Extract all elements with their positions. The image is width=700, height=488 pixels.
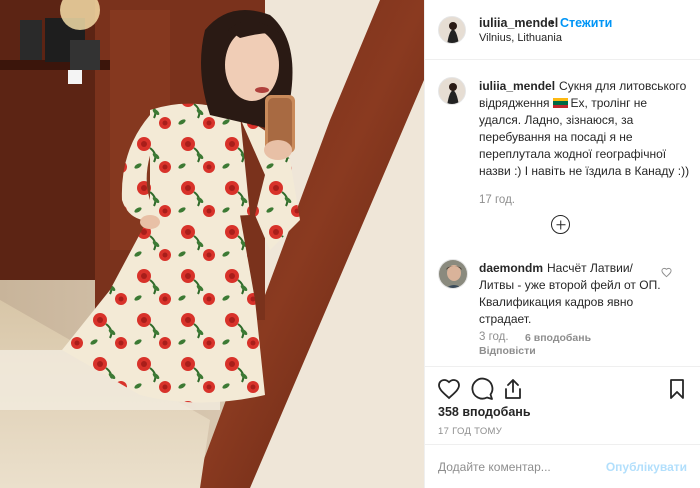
- heart-outline-icon[interactable]: [661, 267, 672, 281]
- header-separator: •: [550, 16, 555, 30]
- caption-avatar[interactable]: [438, 77, 466, 105]
- post-photo[interactable]: [0, 0, 424, 488]
- bookmark-icon[interactable]: [665, 377, 689, 401]
- publish-button[interactable]: Опублікувати: [606, 460, 687, 474]
- reply-button[interactable]: Відповісти: [479, 345, 536, 357]
- load-more-comments-button[interactable]: [551, 215, 570, 234]
- author-username[interactable]: iuliia_mendel: [479, 16, 558, 30]
- comment-timestamp: 3 год.: [479, 331, 509, 343]
- lithuania-flag-icon: [552, 98, 568, 108]
- comment-icon[interactable]: [470, 377, 494, 401]
- post-location[interactable]: Vilnius, Lithuania: [479, 32, 562, 44]
- caption-text: iuliia_mendel Сукня для литовського відря…: [479, 78, 691, 180]
- comments-section[interactable]: iuliia_mendel Сукня для литовського відря…: [425, 61, 700, 366]
- caption-timestamp: 17 год.: [479, 194, 515, 206]
- follow-button[interactable]: Стежити: [560, 16, 612, 30]
- mirror-selfie-image: [0, 0, 424, 488]
- post-date: 17 ГОД ТОМУ: [438, 426, 503, 437]
- comment-input[interactable]: [438, 457, 608, 477]
- add-comment-bar: Опублікувати: [425, 444, 700, 488]
- post-actions: 358 вподобань 17 ГОД ТОМУ: [425, 366, 700, 444]
- post-sidebar: iuliia_mendel • Стежити Vilnius, Lithuan…: [424, 0, 700, 488]
- post-header: iuliia_mendel • Стежити Vilnius, Lithuan…: [425, 0, 700, 60]
- comment-text: daemondm Насчёт Латвии/Литвы - уже второй…: [479, 260, 664, 328]
- heart-icon[interactable]: [437, 377, 461, 401]
- caption-username[interactable]: iuliia_mendel: [479, 79, 555, 93]
- commenter-username[interactable]: daemondm: [479, 261, 543, 275]
- comment-likes-count[interactable]: 6 вподобань: [525, 332, 591, 344]
- share-icon[interactable]: [501, 377, 525, 401]
- commenter-avatar[interactable]: [438, 259, 468, 289]
- likes-count[interactable]: 358 вподобань: [438, 405, 531, 419]
- author-avatar[interactable]: [438, 16, 466, 44]
